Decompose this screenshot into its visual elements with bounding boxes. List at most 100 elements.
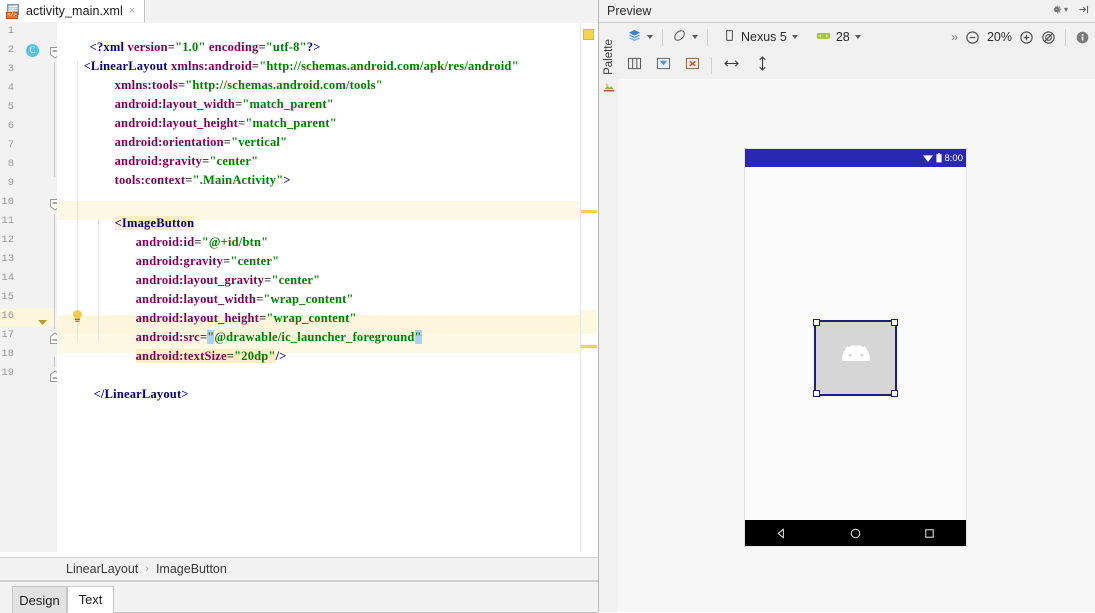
breadcrumb: LinearLayout › ImageButton — [0, 557, 598, 581]
show-layouts-icon — [627, 57, 642, 73]
palette-label[interactable]: Palette — [603, 34, 615, 80]
api-caret-icon[interactable] — [854, 35, 861, 39]
image-button-preview[interactable] — [813, 319, 898, 397]
preview-pane: Preview ▾ Palette Nexus 5 28 » 20% 8:00 — [598, 0, 1095, 612]
layers-caret-icon[interactable] — [647, 35, 653, 39]
breadcrumb-item-linearlayout[interactable]: LinearLayout — [66, 562, 138, 576]
selection-handle[interactable] — [813, 390, 820, 397]
class-marker-icon[interactable]: C — [26, 44, 39, 57]
toolbar-separator — [1065, 28, 1066, 46]
stripe-warning-line-10[interactable] — [581, 210, 597, 213]
fold-guide-line — [54, 215, 55, 329]
warning-marker-icon[interactable] — [583, 29, 594, 40]
fold-guide-line — [54, 357, 55, 367]
api-dropdown[interactable]: 28 — [813, 26, 864, 48]
code-area[interactable]: <?xml version="1.0" encoding="utf-8"?> <… — [57, 23, 580, 552]
tab-design-label: Design — [19, 592, 60, 608]
stripe-caret-band — [581, 310, 597, 334]
palette-strip[interactable]: Palette — [599, 23, 619, 612]
wifi-icon — [922, 153, 934, 163]
palette-icon — [603, 81, 615, 96]
line-number: 11 — [1, 215, 14, 227]
android-status-bar: 8:00 — [745, 149, 966, 167]
preview-header: Preview ▾ — [599, 0, 1095, 23]
breadcrumb-item-imagebutton[interactable]: ImageButton — [156, 562, 227, 576]
nav-home-icon[interactable] — [849, 527, 862, 540]
line-number: 5 — [7, 101, 14, 113]
nav-back-icon[interactable] — [775, 527, 788, 540]
expand-vertical-button[interactable] — [753, 54, 772, 76]
layers-icon — [627, 28, 642, 46]
zoom-out-icon[interactable] — [965, 30, 980, 45]
editor-tabstrip: </> activity_main.xml × — [0, 0, 598, 24]
preview-canvas[interactable]: 8:00 — [618, 79, 1095, 612]
layers-dropdown[interactable] — [624, 26, 656, 48]
editor-tab-activity-main[interactable]: </> activity_main.xml × — [0, 0, 145, 22]
device-caret-icon[interactable] — [791, 35, 798, 39]
line-number: 7 — [7, 139, 14, 151]
tab-design[interactable]: Design — [12, 586, 67, 613]
expand-horizontal-icon — [723, 57, 740, 73]
orientation-dropdown[interactable] — [669, 26, 701, 48]
selection-handle[interactable] — [813, 319, 820, 326]
show-constraints-icon — [656, 57, 671, 73]
show-constraints-button[interactable] — [653, 54, 674, 76]
nav-recents-icon[interactable] — [923, 527, 936, 540]
tab-text[interactable]: Text — [67, 586, 114, 613]
editor-tab-label: activity_main.xml — [26, 4, 123, 18]
line-number: 16 — [1, 310, 14, 322]
preview-toolbar: Nexus 5 28 » 20% — [618, 23, 1095, 52]
selection-handle[interactable] — [891, 390, 898, 397]
android-robot-icon — [839, 345, 873, 371]
line-number: 18 — [1, 348, 14, 360]
zoom-in-icon[interactable] — [1019, 30, 1034, 45]
line-number: 6 — [7, 120, 14, 132]
line-number: 9 — [7, 177, 14, 189]
line-number: 2 — [7, 44, 14, 56]
line-number: 17 — [1, 329, 14, 341]
orientation-caret-icon[interactable] — [692, 35, 698, 39]
info-icon[interactable] — [1075, 30, 1090, 45]
line-number: 8 — [7, 158, 14, 170]
show-layouts-button[interactable] — [624, 54, 645, 76]
editor-bottom-tabbar: Design Text — [0, 581, 598, 613]
android-content-area[interactable] — [745, 167, 966, 520]
preview-title: Preview — [607, 4, 652, 18]
code-line-8: tools:context=".MainActivity"> — [114, 173, 291, 187]
code-line-19: </LinearLayout> — [93, 387, 189, 401]
phone-icon — [723, 29, 736, 45]
intention-bulb-icon[interactable] — [71, 309, 84, 327]
render-errors-icon — [685, 57, 700, 73]
android-studio-window: </> activity_main.xml × 1 2 3 4 5 6 7 8 9 10 11 12 1… — [0, 0, 1095, 613]
expand-horizontal-button[interactable] — [720, 54, 743, 76]
gear-caret-icon[interactable]: ▾ — [1064, 5, 1068, 14]
toolbar-separator — [711, 56, 712, 74]
render-errors-button[interactable] — [682, 54, 703, 76]
status-bar-time: 8:00 — [944, 152, 964, 164]
line-number: 1 — [7, 25, 14, 37]
device-frame[interactable]: 8:00 — [745, 149, 966, 546]
gear-icon[interactable]: ▾ — [1050, 3, 1068, 16]
line-number: 19 — [1, 367, 14, 379]
selection-handle[interactable] — [891, 319, 898, 326]
line-number: 12 — [1, 234, 14, 246]
line-number: 14 — [1, 272, 14, 284]
stripe-warning-line-17[interactable] — [581, 345, 597, 348]
android-nav-bar — [745, 520, 966, 546]
line-number: 13 — [1, 253, 14, 265]
zoom-fit-icon[interactable] — [1041, 30, 1056, 45]
close-icon[interactable]: × — [129, 5, 135, 17]
device-dropdown[interactable]: Nexus 5 — [720, 26, 801, 48]
breadcrumb-separator-icon: › — [145, 563, 149, 575]
zoom-level-label: 20% — [986, 30, 1012, 44]
preview-toolbar-secondary — [618, 51, 1095, 80]
editor-gutter[interactable]: 1 2 3 4 5 6 7 8 9 10 11 12 13 14 15 16 17 18 19 C — [0, 23, 60, 552]
line-number: 3 — [7, 63, 14, 75]
chevron-down-icon[interactable] — [38, 315, 47, 329]
toolbar-separator — [707, 28, 708, 46]
expand-vertical-icon — [756, 55, 769, 75]
editor-marker-stripe[interactable] — [580, 23, 599, 552]
collapse-right-icon[interactable] — [1077, 3, 1090, 16]
xml-file-icon: </> — [6, 3, 21, 19]
toolbar-overflow-button[interactable]: » — [951, 30, 958, 44]
